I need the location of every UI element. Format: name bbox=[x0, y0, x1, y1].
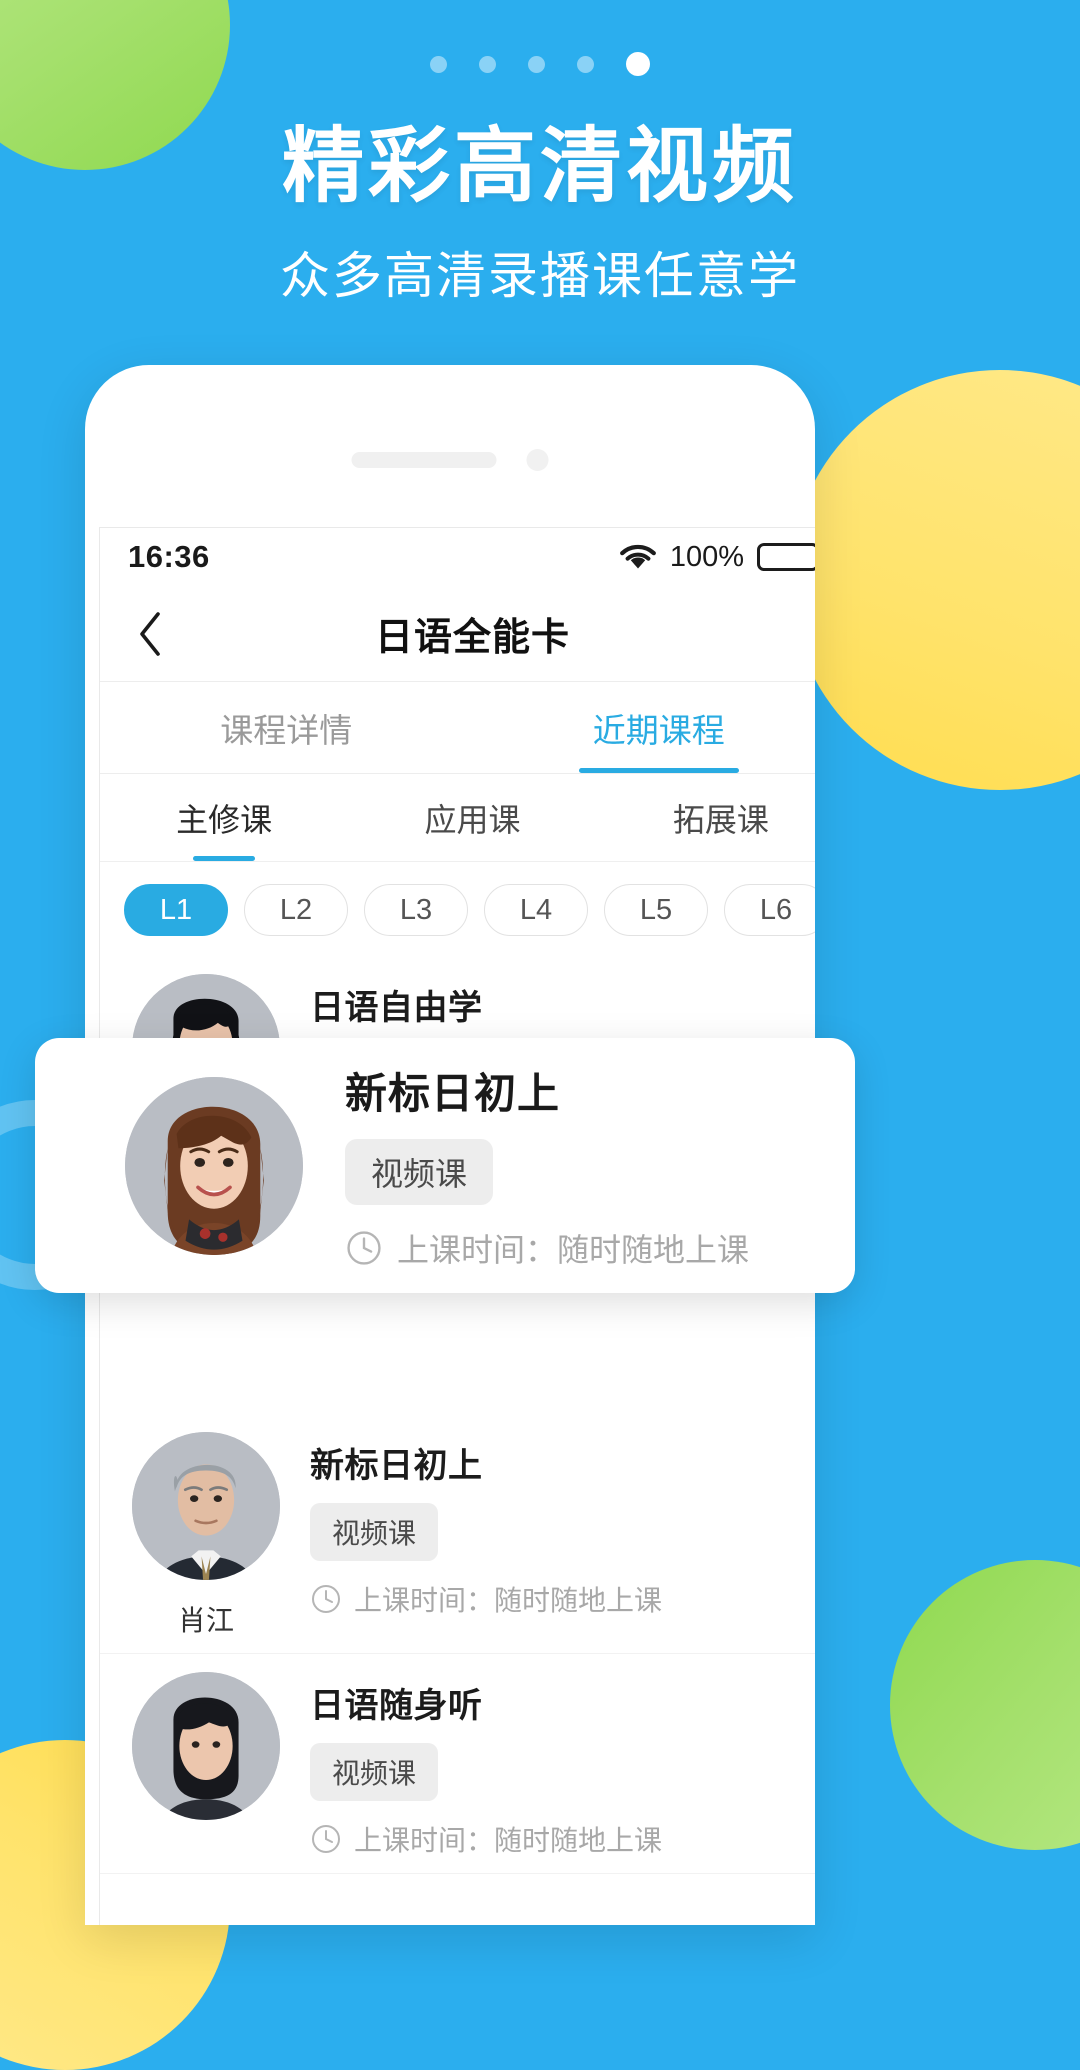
level-chip-l1[interactable]: L1 bbox=[124, 884, 228, 936]
level-chip-l2[interactable]: L2 bbox=[244, 884, 348, 936]
subtab-applied-course[interactable]: 应用课 bbox=[348, 774, 596, 861]
course-time-row: 上课时间：随时随地上课 bbox=[310, 1579, 815, 1619]
decorative-blob-green-bottom-right bbox=[890, 1560, 1080, 1850]
course-time-text: 上课时间：随时随地上课 bbox=[354, 1825, 663, 1856]
battery-full-icon bbox=[757, 543, 815, 571]
promo-subheadline: 众多高清录播课任意学 bbox=[280, 248, 800, 305]
course-type-tag: 视频课 bbox=[310, 1503, 439, 1561]
chevron-left-icon bbox=[140, 611, 160, 656]
level-chip-l3[interactable]: L3 bbox=[364, 884, 468, 936]
course-info: 新标日初上 视频课 上课时间：随时随地上课 bbox=[286, 1432, 815, 1639]
female-teacher-avatar bbox=[132, 1672, 280, 1820]
course-title: 新标日初上 bbox=[310, 1447, 483, 1485]
teacher-name: 肖江 bbox=[177, 1605, 234, 1636]
course-title: 日语自由学 bbox=[310, 989, 483, 1027]
tab-course-detail[interactable]: 课程详情 bbox=[100, 682, 473, 773]
pagination-dot-4[interactable] bbox=[577, 55, 594, 73]
level-chip-row[interactable]: L1 L2 L3 L4 L5 L6 L7 bbox=[100, 862, 815, 956]
decorative-blob-yellow-right bbox=[790, 370, 1080, 790]
main-tabs: 课程详情 近期课程 bbox=[100, 682, 815, 774]
subtab-extension-course[interactable]: 拓展课 bbox=[597, 774, 815, 861]
nav-bar: 日语全能卡 bbox=[100, 586, 815, 682]
course-time-text: 上课时间：随时随地上课 bbox=[354, 1585, 663, 1616]
level-chip-l5[interactable]: L5 bbox=[604, 884, 708, 936]
course-title: 日语随身听 bbox=[310, 1687, 483, 1725]
phone-speaker bbox=[351, 449, 549, 471]
pagination-dot-5[interactable] bbox=[626, 52, 650, 76]
course-list-item[interactable]: 肖江 新标日初上 视频课 上课时间：随时随地上课 bbox=[100, 1414, 815, 1654]
highlighted-teacher-avatar bbox=[125, 1076, 303, 1255]
course-avatar-column bbox=[126, 1672, 286, 1859]
teacher-avatar bbox=[132, 1672, 280, 1820]
tab-recent-course[interactable]: 近期课程 bbox=[473, 682, 816, 773]
highlighted-course-time-row: 上课时间：随时随地上课 bbox=[345, 1225, 749, 1271]
highlighted-course-title: 新标日初上 bbox=[345, 1070, 561, 1117]
course-avatar-column: 肖江 bbox=[126, 1432, 286, 1639]
promo-headline: 精彩高清视频 bbox=[281, 121, 798, 212]
clock-icon bbox=[347, 1231, 381, 1265]
clock-icon bbox=[312, 1825, 340, 1853]
highlighted-course-time-text: 上课时间：随时随地上课 bbox=[397, 1232, 750, 1268]
highlighted-course-card[interactable]: 新标日初上 视频课 上课时间：随时随地上课 bbox=[35, 1038, 855, 1293]
sub-tabs: 主修课 应用课 拓展课 bbox=[100, 774, 815, 862]
level-chip-l4[interactable]: L4 bbox=[484, 884, 588, 936]
level-chip-l6[interactable]: L6 bbox=[724, 884, 815, 936]
promo-text-block: 精彩高清视频 众多高清录播课任意学 bbox=[0, 120, 1080, 308]
pagination-dot-2[interactable] bbox=[479, 55, 496, 73]
pagination-dots[interactable] bbox=[0, 52, 1080, 76]
battery-percentage: 100% bbox=[669, 540, 744, 573]
speaker-grille bbox=[351, 452, 497, 468]
pagination-dot-1[interactable] bbox=[430, 55, 447, 73]
female-teacher-brown-hair-avatar bbox=[125, 1076, 303, 1255]
highlighted-course-info: 新标日初上 视频课 上课时间：随时随地上课 bbox=[303, 1060, 749, 1271]
pagination-dot-3[interactable] bbox=[528, 55, 545, 73]
wifi-icon bbox=[619, 544, 656, 569]
clock-icon bbox=[312, 1585, 340, 1613]
teacher-avatar bbox=[132, 1432, 280, 1580]
course-info: 日语随身听 视频课 上课时间：随时随地上课 bbox=[286, 1672, 815, 1859]
highlighted-course-type-tag: 视频课 bbox=[345, 1139, 494, 1205]
page-title: 日语全能卡 bbox=[374, 617, 570, 659]
course-type-tag: 视频课 bbox=[310, 1743, 439, 1801]
subtab-major-course[interactable]: 主修课 bbox=[100, 774, 348, 861]
status-indicators: 100% bbox=[619, 541, 815, 574]
status-bar: 16:36 100% bbox=[100, 528, 815, 586]
back-button[interactable] bbox=[126, 610, 174, 658]
senior-male-teacher-avatar bbox=[132, 1432, 280, 1580]
course-list-item[interactable]: 日语随身听 视频课 上课时间：随时随地上课 bbox=[100, 1654, 815, 1874]
front-camera-icon bbox=[526, 449, 549, 471]
course-time-row: 上课时间：随时随地上课 bbox=[310, 1819, 815, 1859]
status-time: 16:36 bbox=[128, 539, 210, 574]
